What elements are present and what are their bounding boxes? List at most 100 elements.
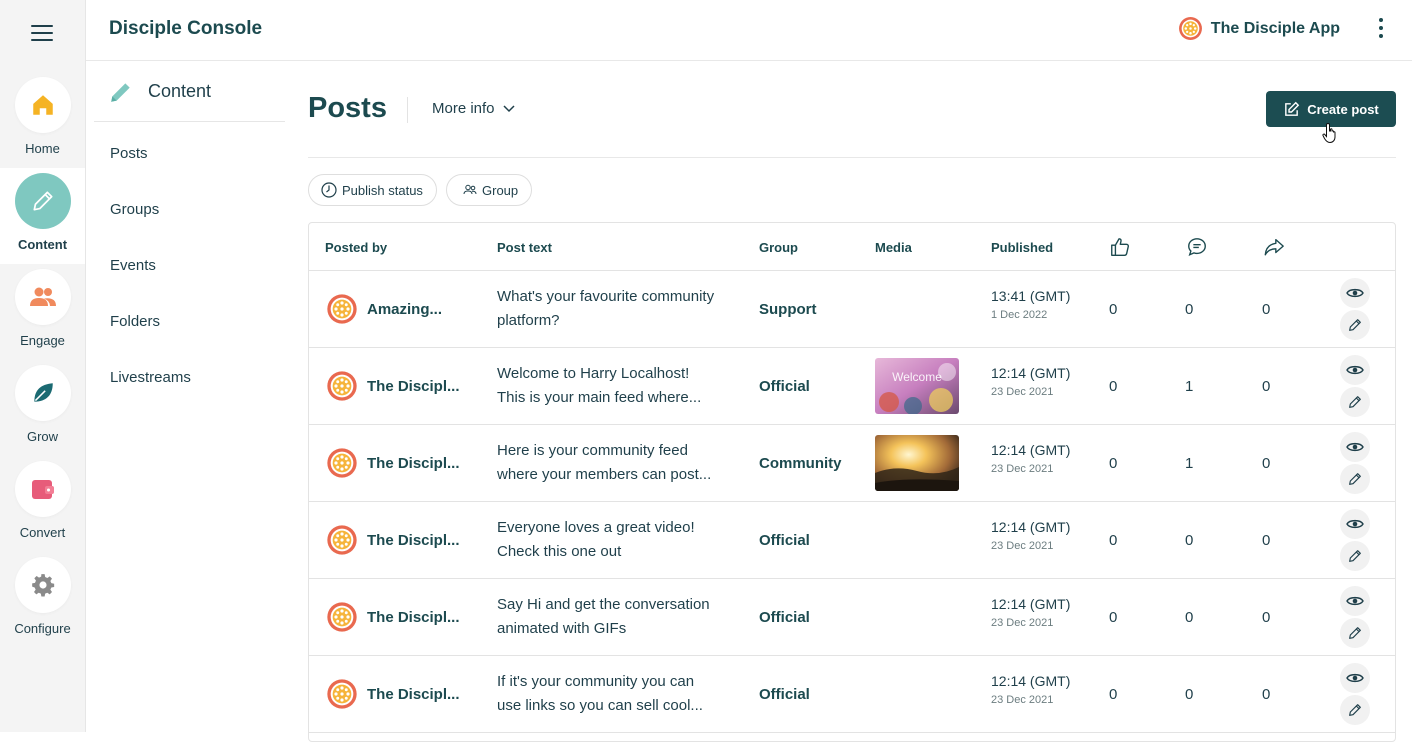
published-time: 12:14 (GMT) (991, 519, 1071, 535)
published-time: 13:41 (GMT) (991, 288, 1071, 304)
avatar (326, 370, 358, 407)
avatar-icon (327, 448, 357, 478)
view-button[interactable] (1340, 278, 1370, 308)
posted-by: The Discipl... (367, 532, 460, 549)
post-text[interactable]: If it's your community you can use links … (497, 670, 737, 718)
post-text[interactable]: What's your favourite community platform? (497, 285, 737, 333)
people-icon (463, 184, 477, 195)
rail-label: Grow (26, 429, 59, 444)
media-thumbnail[interactable]: Welcome (875, 358, 959, 414)
published: 12:14 (GMT) 23 Dec 2021 (991, 673, 1070, 706)
like-icon[interactable] (1109, 236, 1131, 258)
posted-by: The Discipl... (367, 378, 460, 395)
top-bar: Disciple Console The Disciple App (86, 0, 1412, 61)
edit-square-icon (1285, 101, 1300, 116)
rail-item-engage[interactable]: Engage (0, 264, 85, 360)
divider (308, 157, 1396, 158)
post-text[interactable]: Everyone loves a great video! Check this … (497, 516, 737, 564)
filter-label: Group (482, 182, 519, 198)
post-text[interactable]: Welcome to Harry Localhost! This is your … (497, 362, 737, 410)
view-button[interactable] (1340, 586, 1370, 616)
subnav-item-folders[interactable]: Folders (94, 294, 285, 350)
subnav-item-groups[interactable]: Groups (94, 182, 285, 238)
rail-item-configure[interactable]: Configure (0, 552, 85, 648)
edit-button[interactable] (1340, 618, 1370, 648)
edit-button[interactable] (1340, 310, 1370, 340)
rail-item-home[interactable]: Home (0, 72, 85, 168)
edit-button[interactable] (1340, 387, 1370, 417)
post-text-line: animated with GIFs (497, 620, 627, 637)
published-time: 12:14 (GMT) (991, 673, 1071, 689)
media[interactable]: Welcome (875, 358, 959, 414)
rail-item-convert[interactable]: Convert (0, 456, 85, 552)
content-subnav: Content Posts Groups Events Folders Live… (94, 62, 285, 406)
create-post-label: Create post (1307, 101, 1379, 117)
filter-label: Publish status (342, 182, 423, 198)
view-button[interactable] (1340, 663, 1370, 693)
table-row[interactable]: The Discipl... Welcome to Harry Localhost… (309, 348, 1395, 425)
column-header-published[interactable]: Published (991, 240, 1053, 255)
app-logo-icon (1178, 17, 1202, 40)
group-name: Official (759, 532, 810, 549)
posted-by: The Discipl... (367, 455, 460, 472)
table-row[interactable]: The Discipl... If it's your community you… (309, 656, 1395, 733)
pencil-icon (1349, 319, 1361, 331)
likes-count: 0 (1109, 686, 1118, 703)
published-date: 23 Dec 2021 (991, 386, 1054, 398)
published-date: 23 Dec 2021 (991, 463, 1054, 475)
more-info-dropdown[interactable]: More info (432, 100, 515, 117)
people-icon (14, 269, 71, 325)
likes-count: 0 (1109, 609, 1118, 626)
table-row[interactable]: The Discipl... Everyone loves a great vid… (309, 502, 1395, 579)
comment-icon[interactable] (1186, 236, 1208, 258)
clock-icon (321, 182, 337, 198)
pencil-icon (1349, 704, 1361, 716)
likes-count: 0 (1109, 378, 1118, 395)
edit-button[interactable] (1340, 695, 1370, 725)
published-date: 1 Dec 2022 (991, 309, 1048, 321)
subnav-item-livestreams[interactable]: Livestreams (94, 350, 285, 406)
eye-icon (1346, 596, 1364, 606)
column-header-media[interactable]: Media (875, 240, 912, 255)
eye-icon (1346, 288, 1364, 298)
shares-count: 0 (1262, 609, 1271, 626)
view-button[interactable] (1340, 509, 1370, 539)
post-text[interactable]: Say Hi and get the conversation animated … (497, 593, 737, 641)
group-name: Official (759, 609, 810, 626)
shares-count: 0 (1262, 686, 1271, 703)
published-date: 23 Dec 2021 (991, 540, 1054, 552)
column-header-posted-by[interactable]: Posted by (325, 240, 387, 255)
column-header-post-text[interactable]: Post text (497, 240, 552, 255)
table-row[interactable]: The Discipl... Here is your community fee… (309, 425, 1395, 502)
edit-button[interactable] (1340, 464, 1370, 494)
column-header-group[interactable]: Group (759, 240, 798, 255)
more-options-icon[interactable] (1377, 18, 1385, 40)
avatar-icon (327, 371, 357, 401)
edit-button[interactable] (1340, 541, 1370, 571)
table-row[interactable]: The Discipl... Say Hi and get the convers… (309, 579, 1395, 656)
likes-count: 0 (1109, 532, 1118, 549)
subnav-item-posts[interactable]: Posts (94, 126, 285, 182)
media-thumbnail[interactable] (875, 435, 959, 491)
subnav-item-events[interactable]: Events (94, 238, 285, 294)
wallet-icon (14, 461, 71, 517)
view-button[interactable] (1340, 355, 1370, 385)
post-text-line: where your members can post... (497, 466, 712, 483)
view-button[interactable] (1340, 432, 1370, 462)
group-filter[interactable]: Group (446, 174, 533, 206)
nav-rail: Home Content Engage Grow Convert Configu… (0, 0, 86, 732)
media[interactable] (875, 435, 959, 491)
app-switcher[interactable]: The Disciple App (1178, 16, 1340, 41)
publish-status-filter[interactable]: Publish status (308, 174, 437, 206)
rail-item-grow[interactable]: Grow (0, 360, 85, 456)
menu-icon[interactable] (31, 25, 53, 41)
table-row[interactable]: Amazing... What's your favourite communit… (309, 271, 1395, 348)
posted-by: The Discipl... (367, 686, 460, 703)
avatar (326, 678, 358, 715)
share-icon[interactable] (1262, 236, 1286, 258)
post-text[interactable]: Here is your community feed where your me… (497, 439, 737, 487)
post-text-line: platform? (497, 312, 560, 329)
avatar (326, 293, 358, 330)
published-date: 23 Dec 2021 (991, 694, 1054, 706)
rail-item-content[interactable]: Content (0, 168, 85, 264)
